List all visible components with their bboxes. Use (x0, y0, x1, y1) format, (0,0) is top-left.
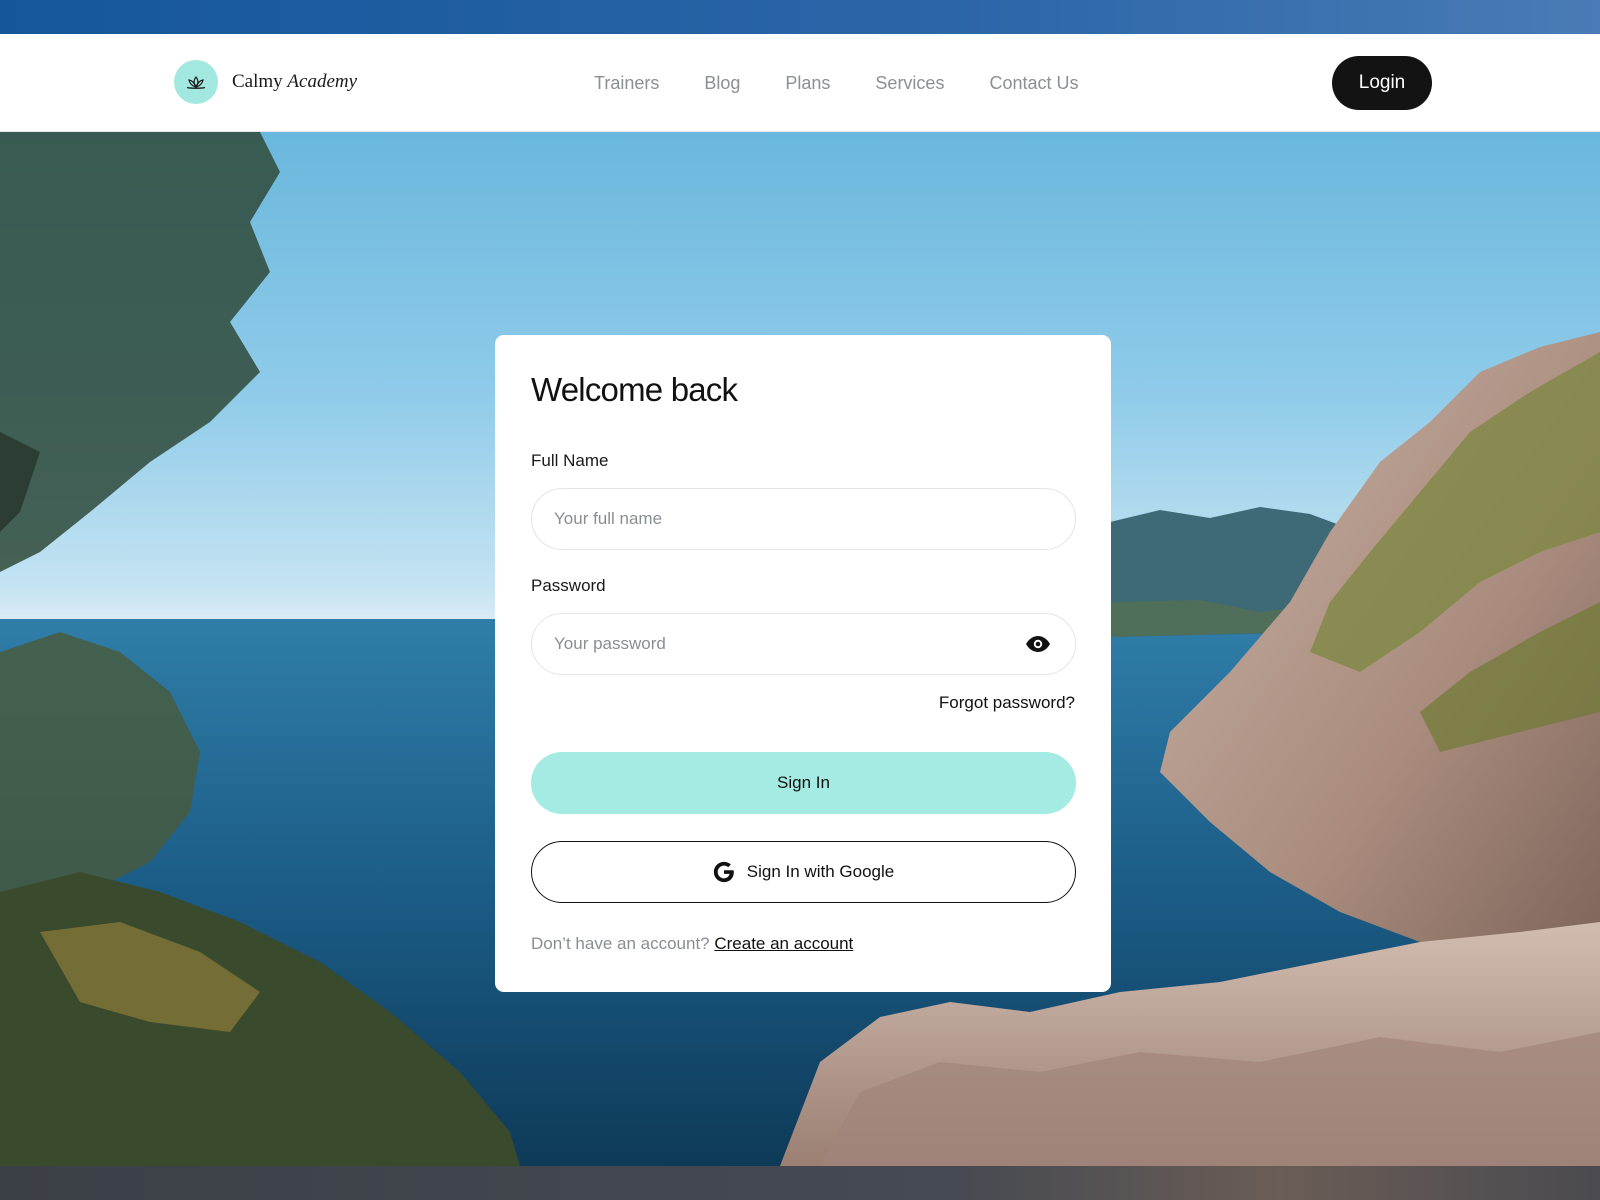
google-sign-in-button[interactable]: Sign In with Google (531, 841, 1076, 903)
google-g-icon (713, 861, 735, 883)
google-button-label: Sign In with Google (746, 862, 895, 881)
nav-link-services[interactable]: Services (875, 73, 944, 94)
sign-in-button[interactable]: Sign In (531, 752, 1076, 814)
nav-link-blog[interactable]: Blog (704, 73, 740, 94)
password-label: Password (531, 576, 606, 595)
full-name-label: Full Name (531, 451, 609, 470)
login-card: Welcome back Full Name Password Forgot p… (495, 335, 1111, 992)
bottom-taskbar-strip (0, 1166, 1600, 1200)
top-browser-strip (0, 0, 1600, 34)
brand-logo[interactable]: Calmy Academy (174, 60, 357, 104)
signup-prompt: Don’t have an account? Create an account (531, 934, 853, 954)
login-button[interactable]: Login (1332, 56, 1432, 110)
eye-icon[interactable] (1026, 633, 1050, 655)
no-account-text: Don’t have an account? (531, 934, 710, 953)
nav-link-contact-us[interactable]: Contact Us (989, 73, 1078, 94)
forgot-password-link[interactable]: Forgot password? (939, 693, 1075, 713)
nav-link-trainers[interactable]: Trainers (594, 73, 659, 94)
create-account-link[interactable]: Create an account (714, 934, 853, 953)
lotus-icon (174, 60, 218, 104)
navbar: Calmy Academy Trainers Blog Plans Servic… (0, 34, 1600, 132)
full-name-input[interactable] (531, 488, 1076, 550)
nav-link-plans[interactable]: Plans (785, 73, 830, 94)
brand-name: Calmy Academy (232, 71, 358, 92)
page-title: Welcome back (531, 371, 738, 408)
password-input[interactable] (531, 613, 1076, 675)
main-nav: Trainers Blog Plans Services Contact Us (594, 34, 1079, 132)
